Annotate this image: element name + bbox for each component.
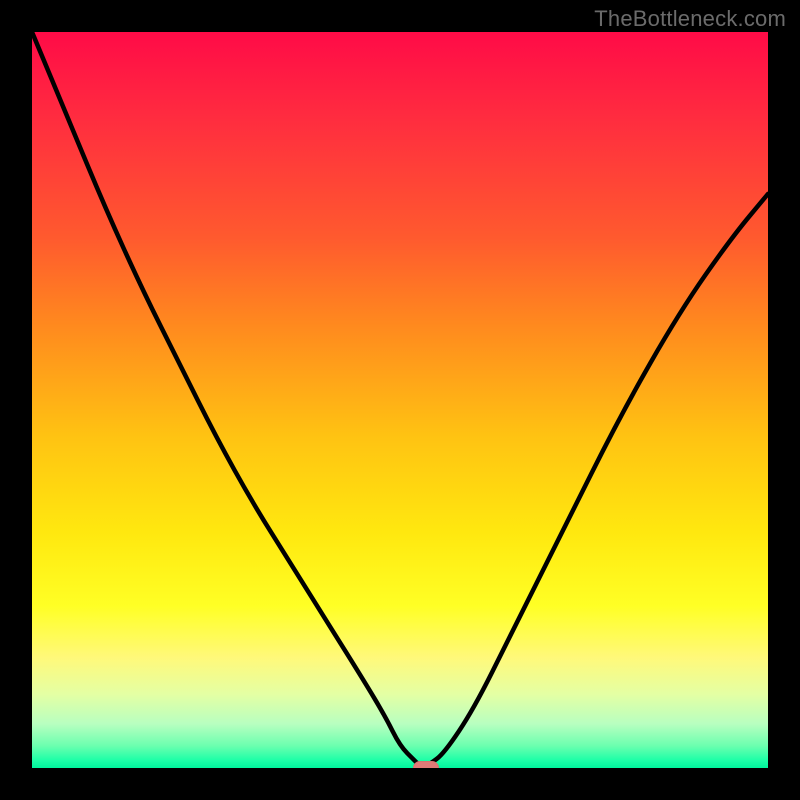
bottleneck-curve: [32, 32, 768, 768]
optimal-marker: [413, 761, 439, 768]
chart-stage: TheBottleneck.com: [0, 0, 800, 800]
plot-area: [32, 32, 768, 768]
watermark-label: TheBottleneck.com: [594, 6, 786, 32]
